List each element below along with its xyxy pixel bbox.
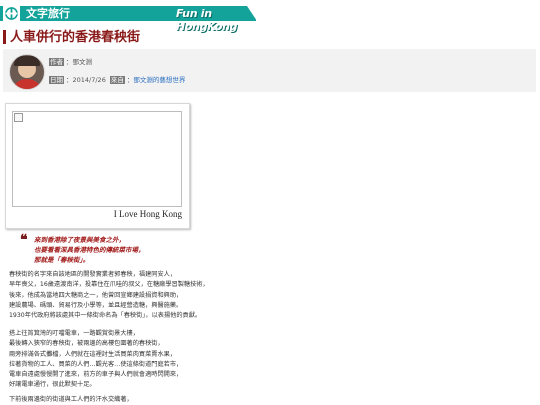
broken-image-icon bbox=[14, 113, 23, 122]
text-line: 1930年代政府將該處其中一條街命名為「春秧街」，以表揚他的貢獻。 bbox=[9, 312, 202, 320]
text-line: 搭上往筲箕灣的叮噹電車，一路觀賞街景大樓， bbox=[9, 330, 139, 337]
text-line: 最後轉入狹窄的春秧街，被兩邊的高樓包圍著的春秧街， bbox=[9, 340, 164, 348]
text-line: 好讓電車通行，很此默契十足。 bbox=[9, 381, 96, 389]
quote-line: 也要看看深具香港特色的傳統菜市場， bbox=[34, 246, 145, 254]
date-tag: 日期 bbox=[49, 76, 64, 84]
photo-frame: I Love Hong Kong bbox=[5, 103, 190, 229]
broken-image-placeholder bbox=[12, 111, 182, 207]
quote-mark-icon: ❝ bbox=[20, 233, 28, 248]
text-line: 下前後兩邊街的街道與工人們的汗水交織著， bbox=[9, 396, 133, 403]
avatar[interactable] bbox=[9, 54, 45, 90]
from-tag: 來自 bbox=[109, 76, 125, 84]
body-paragraph-3: 下前後兩邊街的街道與工人們的汗水交織著， bbox=[9, 395, 133, 405]
post-date: 2014/7/26 bbox=[72, 76, 106, 84]
banner-corner bbox=[247, 6, 257, 21]
blog-link[interactable]: 鄧文淵的藝想世界 bbox=[133, 76, 185, 84]
lead-quote: 來到香港除了夜景與美食之外， 也要看看深具香港特色的傳統菜市場， 那就是「春秧街… bbox=[34, 235, 145, 265]
body-paragraph-1: 春秧街的名字來自該地區的開發實業者郭春秧，福建同安人， 早年喪父，16歲遠渡南洋… bbox=[9, 270, 209, 321]
author-tag: 作者 bbox=[49, 58, 64, 66]
text-line: 兩旁排滿各式攤檔，人們就在這裡討生活買菜肉買菜賣水果， bbox=[9, 350, 177, 358]
photo-caption: I Love Hong Kong bbox=[113, 209, 182, 219]
mtr-logo-icon bbox=[3, 6, 20, 21]
body-paragraph-2: 搭上往筲箕灣的叮噹電車，一路觀賞街景大樓， 最後轉入狹窄的春秧街，被兩邊的高樓包… bbox=[9, 329, 182, 391]
text-line: 拉著貨物的工人、買菜的人們…觀光客…使這條街道門庭若市， bbox=[9, 360, 183, 368]
author-name[interactable]: 鄧文淵 bbox=[73, 58, 93, 66]
banner-title: 文字旅行 bbox=[26, 7, 70, 20]
text-line: 建設農場、碼頭、貿易行及小學等，並且經營造糖，興醫施藥。 bbox=[9, 301, 183, 309]
text-line: 電車自遠處慢慢開了進來，前方的車子與人們就會適時閃開來， bbox=[9, 371, 183, 379]
page-title: 人車併行的香港春秧街 bbox=[10, 30, 141, 45]
text-line: 早年喪父，16歲遠渡南洋，投靠住在爪哇的叔父，在糖廠學習製糖技術， bbox=[9, 281, 209, 289]
date-row: 日期 ：2014/7/26 來自 ：鄧文淵的藝想世界 bbox=[49, 76, 185, 84]
section-banner: 文字旅行 Fun in HongKong bbox=[0, 6, 257, 33]
text-line: 春秧街的名字來自該地區的開發實業者郭春秧，福建同安人， bbox=[9, 271, 177, 278]
author-row: 作者 ：鄧文淵 bbox=[49, 58, 92, 66]
banner-subtitle: Fun in HongKong bbox=[176, 7, 238, 33]
quote-line: 來到香港除了夜景與美食之外， bbox=[34, 236, 125, 244]
text-line: 後來，他成為當地四大糖商之一，他曾回宣鄉建設捐資和興助， bbox=[9, 291, 183, 299]
author-info-box: 作者 ：鄧文淵 日期 ：2014/7/26 來自 ：鄧文淵的藝想世界 bbox=[3, 49, 536, 92]
quote-line: 那就是「春秧街」。 bbox=[34, 256, 90, 264]
title-accent-bar bbox=[3, 30, 6, 44]
